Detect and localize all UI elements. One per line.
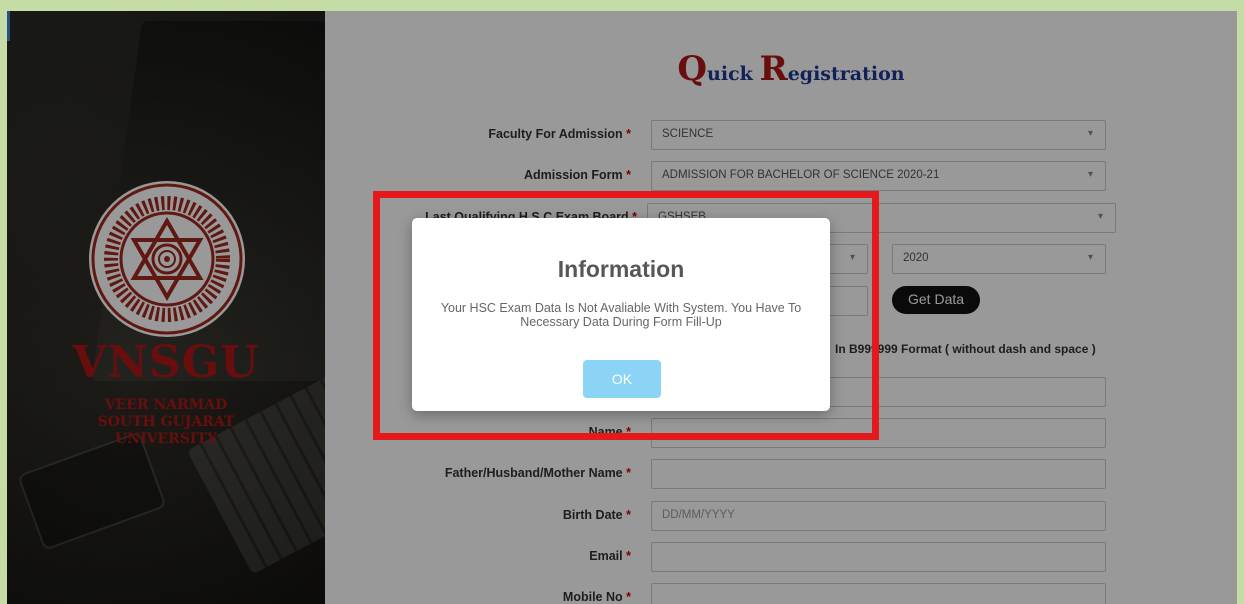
browser-frame: VNSGU VEER NARMAD SOUTH GUJARAT UNIVERSI… <box>7 11 1237 604</box>
highlight-box <box>373 191 879 440</box>
